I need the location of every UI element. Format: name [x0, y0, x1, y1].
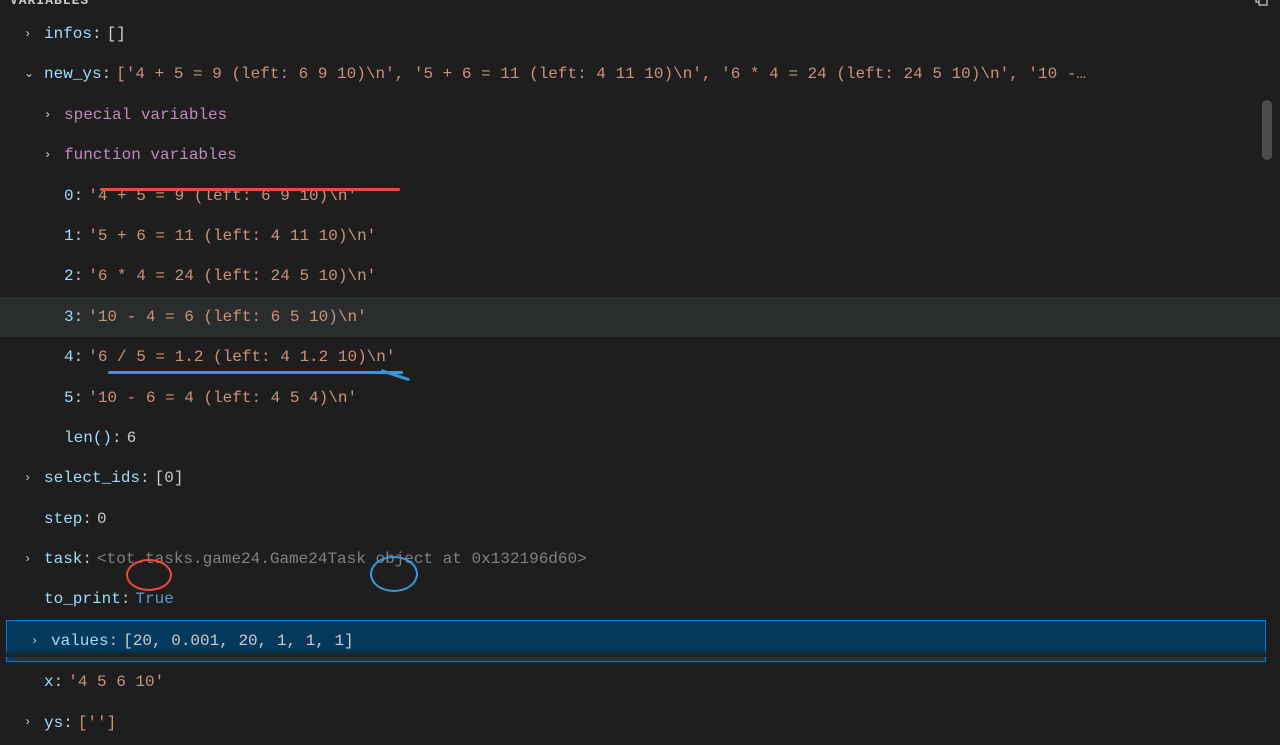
- variables-panel-header: VARIABLES: [0, 0, 1280, 12]
- chevron-right-icon: ›: [44, 144, 60, 167]
- var-new-ys[interactable]: ⌄ new_ys: ['4 + 5 = 9 (left: 6 9 10)\n',…: [0, 54, 1280, 94]
- chevron-right-icon: ›: [24, 23, 40, 46]
- variables-list: › infos: [] ⌄ new_ys: ['4 + 5 = 9 (left:…: [0, 12, 1280, 745]
- var-step[interactable]: step: 0: [0, 499, 1280, 539]
- panel-title: VARIABLES: [10, 0, 89, 8]
- list-item[interactable]: 5: '10 - 6 = 4 (left: 4 5 4)\n': [0, 378, 1280, 418]
- chevron-right-icon: ›: [24, 548, 40, 571]
- var-special-variables[interactable]: › special variables: [0, 95, 1280, 135]
- var-task[interactable]: › task: <tot.tasks.game24.Game24Task obj…: [0, 539, 1280, 579]
- list-item[interactable]: 2: '6 * 4 = 24 (left: 24 5 10)\n': [0, 256, 1280, 296]
- var-len[interactable]: len(): 6: [0, 418, 1280, 458]
- var-infos[interactable]: › infos: []: [0, 14, 1280, 54]
- scrollbar[interactable]: [1262, 100, 1272, 160]
- var-to-print[interactable]: to_print: True: [0, 579, 1280, 619]
- chevron-right-icon: ›: [24, 467, 40, 490]
- var-x[interactable]: x: '4 5 6 10': [0, 662, 1280, 702]
- chevron-right-icon: ›: [44, 104, 60, 127]
- list-item[interactable]: 0: '4 + 5 = 9 (left: 6 9 10)\n': [0, 176, 1280, 216]
- var-ys[interactable]: › ys: ['']: [0, 703, 1280, 743]
- list-item[interactable]: 3: '10 - 4 = 6 (left: 6 5 10)\n': [0, 297, 1280, 337]
- collapse-all-icon[interactable]: [1254, 0, 1270, 12]
- var-function-variables[interactable]: › function variables: [0, 135, 1280, 175]
- bottom-fade: [0, 649, 1280, 657]
- list-item[interactable]: 1: '5 + 6 = 11 (left: 4 11 10)\n': [0, 216, 1280, 256]
- list-item[interactable]: 4: '6 / 5 = 1.2 (left: 4 1.2 10)\n': [0, 337, 1280, 377]
- chevron-right-icon: ›: [24, 711, 40, 734]
- chevron-down-icon: ⌄: [24, 63, 40, 86]
- var-select-ids[interactable]: › select_ids: [0]: [0, 458, 1280, 498]
